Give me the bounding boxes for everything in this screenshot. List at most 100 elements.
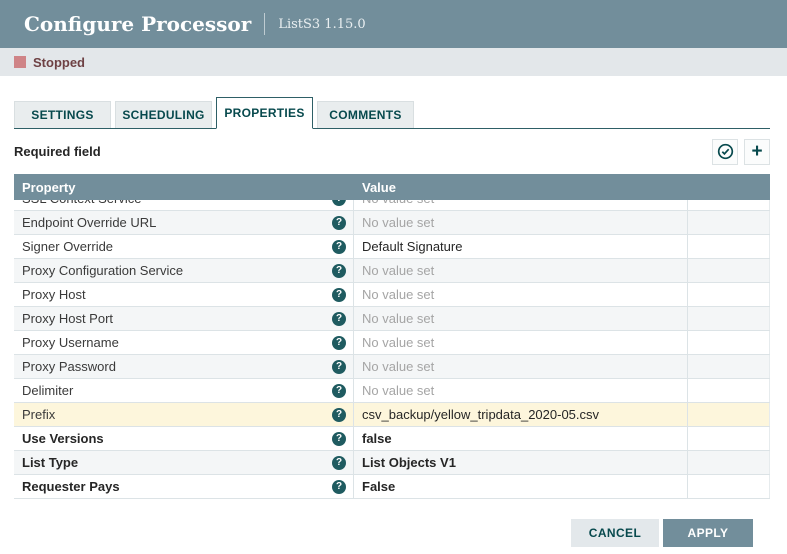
tab-settings[interactable]: SETTINGS: [14, 101, 111, 128]
property-extra-cell: [688, 235, 770, 258]
property-extra-cell: [688, 331, 770, 354]
cancel-button[interactable]: CANCEL: [571, 519, 659, 547]
property-value: List Objects V1: [362, 455, 456, 470]
property-name: Signer Override: [22, 239, 113, 254]
required-field-label: Required field: [14, 144, 101, 159]
help-icon[interactable]: ?: [332, 408, 346, 422]
status-bar: Stopped: [0, 48, 787, 76]
plus-icon: +: [751, 142, 762, 161]
property-value-cell[interactable]: Default Signature: [354, 235, 688, 258]
property-name: Delimiter: [22, 383, 73, 398]
property-value-cell[interactable]: No value set: [354, 355, 688, 378]
property-name-cell: Signer Override?: [14, 235, 354, 258]
property-extra-cell: [688, 475, 770, 498]
property-value: No value set: [362, 263, 434, 278]
property-value-cell[interactable]: No value set: [354, 200, 688, 210]
apply-button[interactable]: APPLY: [663, 519, 753, 547]
processor-name-version: ListS3 1.15.0: [278, 17, 365, 32]
property-name-cell: List Type?: [14, 451, 354, 474]
property-name: Proxy Host Port: [22, 311, 113, 326]
property-value-cell[interactable]: csv_backup/yellow_tripdata_2020-05.csv: [354, 403, 688, 426]
property-value: false: [362, 431, 392, 446]
column-header-property: Property: [14, 180, 354, 195]
property-value: No value set: [362, 215, 434, 230]
property-row[interactable]: Use Versions? false: [14, 427, 770, 451]
property-row[interactable]: Signer Override?Default Signature: [14, 235, 770, 259]
property-value-cell[interactable]: List Objects V1: [354, 451, 688, 474]
property-name-cell: Proxy Password?: [14, 355, 354, 378]
property-value-cell[interactable]: false: [354, 427, 688, 450]
help-icon[interactable]: ?: [332, 456, 346, 470]
property-extra-cell: [688, 451, 770, 474]
property-name: Proxy Username: [22, 335, 119, 350]
property-row[interactable]: Endpoint Override URL? No value set: [14, 211, 770, 235]
help-icon[interactable]: ?: [332, 264, 346, 278]
property-name-cell: Proxy Configuration Service?: [14, 259, 354, 282]
property-value: No value set: [362, 383, 434, 398]
help-icon[interactable]: ?: [332, 336, 346, 350]
property-table-header: Property Value: [14, 174, 770, 200]
help-icon[interactable]: ?: [332, 360, 346, 374]
help-icon[interactable]: ?: [332, 312, 346, 326]
property-name: Proxy Password: [22, 359, 116, 374]
property-row[interactable]: Proxy Password? No value set: [14, 355, 770, 379]
property-name-cell: Requester Pays?: [14, 475, 354, 498]
dialog-footer: CANCEL APPLY: [14, 499, 770, 547]
help-icon[interactable]: ?: [332, 432, 346, 446]
property-name: Proxy Configuration Service: [22, 263, 183, 278]
property-row[interactable]: Requester Pays? False: [14, 475, 770, 499]
property-name: Proxy Host: [22, 287, 86, 302]
property-name: Use Versions: [22, 431, 104, 446]
property-extra-cell: [688, 427, 770, 450]
property-value-cell[interactable]: No value set: [354, 259, 688, 282]
property-extra-cell: [688, 283, 770, 306]
property-extra-cell: [688, 307, 770, 330]
help-icon[interactable]: ?: [332, 216, 346, 230]
property-value-cell[interactable]: No value set: [354, 211, 688, 234]
tab-properties[interactable]: PROPERTIES: [216, 97, 313, 129]
tab-comments[interactable]: COMMENTS: [317, 101, 414, 128]
property-name-cell: Proxy Host Port?: [14, 307, 354, 330]
property-row[interactable]: List Type? List Objects V1: [14, 451, 770, 475]
property-value-cell[interactable]: No value set: [354, 379, 688, 402]
property-row[interactable]: Proxy Host Port? No value set: [14, 307, 770, 331]
verify-properties-button[interactable]: [712, 139, 738, 165]
dialog-content: SETTINGSSCHEDULINGPROPERTIESCOMMENTS Req…: [0, 97, 787, 547]
property-name-cell: Proxy Host?: [14, 283, 354, 306]
property-table: Property Value SSL Context Service?No va…: [14, 174, 770, 499]
help-icon[interactable]: ?: [332, 288, 346, 302]
property-value: csv_backup/yellow_tripdata_2020-05.csv: [362, 407, 599, 422]
property-row[interactable]: SSL Context Service?No value set: [14, 200, 770, 211]
property-name: Prefix: [22, 407, 55, 422]
property-row[interactable]: Prefix? csv_backup/yellow_tripdata_2020-0…: [14, 403, 770, 427]
property-extra-cell: [688, 379, 770, 402]
property-table-body: SSL Context Service?No value setEndpoint…: [14, 200, 770, 499]
property-name: Requester Pays: [22, 479, 120, 494]
property-name: List Type: [22, 455, 78, 470]
property-value-cell[interactable]: No value set: [354, 331, 688, 354]
help-icon[interactable]: ?: [332, 200, 346, 206]
column-header-value: Value: [354, 180, 688, 195]
tab-bar: SETTINGSSCHEDULINGPROPERTIESCOMMENTS: [14, 97, 770, 129]
properties-toolbar: Required field +: [14, 129, 770, 174]
property-row[interactable]: Proxy Host?No value set: [14, 283, 770, 307]
property-value: No value set: [362, 359, 434, 374]
property-name-cell: SSL Context Service?: [14, 200, 354, 210]
property-value-cell[interactable]: False: [354, 475, 688, 498]
help-icon[interactable]: ?: [332, 384, 346, 398]
help-icon[interactable]: ?: [332, 240, 346, 254]
property-value-cell[interactable]: No value set: [354, 307, 688, 330]
add-property-button[interactable]: +: [744, 139, 770, 165]
help-icon[interactable]: ?: [332, 480, 346, 494]
property-value: No value set: [362, 311, 434, 326]
property-value-cell[interactable]: No value set: [354, 283, 688, 306]
property-name-cell: Use Versions?: [14, 427, 354, 450]
property-extra-cell: [688, 403, 770, 426]
property-value: False: [362, 479, 395, 494]
property-row[interactable]: Proxy Configuration Service? No value set: [14, 259, 770, 283]
property-name: Endpoint Override URL: [22, 215, 156, 230]
property-row[interactable]: Delimiter? No value set: [14, 379, 770, 403]
property-row[interactable]: Proxy Username? No value set: [14, 331, 770, 355]
stopped-icon: [14, 56, 26, 68]
tab-scheduling[interactable]: SCHEDULING: [115, 101, 212, 128]
